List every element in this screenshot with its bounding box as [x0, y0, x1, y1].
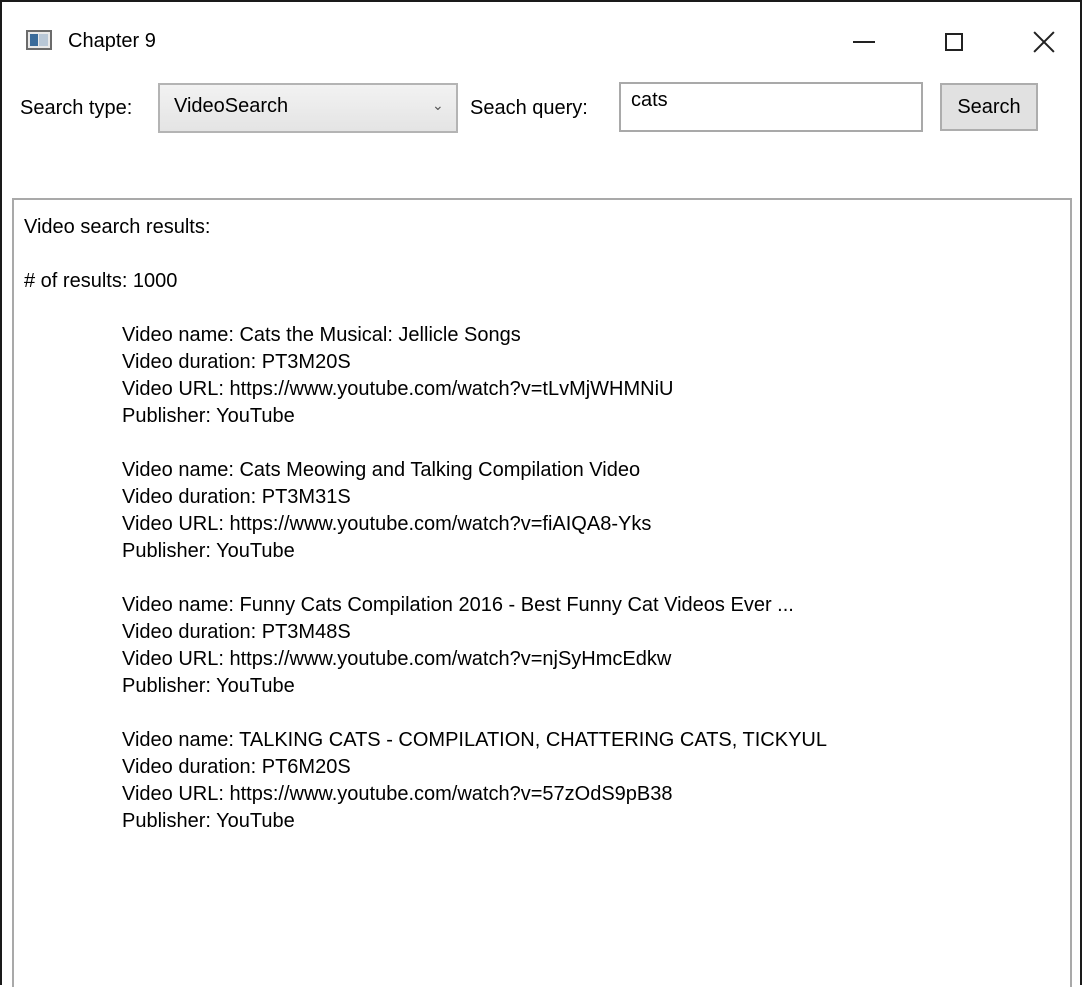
video-name: Video name: Cats the Musical: Jellicle S…: [122, 324, 521, 346]
video-duration: Video duration: PT3M48S: [122, 621, 351, 643]
video-name: Video name: Cats Meowing and Talking Com…: [122, 459, 641, 481]
search-button[interactable]: Search: [940, 83, 1038, 131]
title-bar[interactable]: Chapter 9: [2, 2, 1080, 76]
app-window: Chapter 9 Search type: VideoSearch ⌄ Sea…: [0, 0, 1082, 987]
video-duration: Video duration: PT3M20S: [122, 351, 351, 373]
video-duration: Video duration: PT6M20S: [122, 756, 351, 778]
video-name: Video name: Funny Cats Compilation 2016 …: [122, 594, 794, 616]
video-publisher: Publisher: YouTube: [122, 675, 295, 697]
window-title: Chapter 9: [68, 30, 156, 52]
results-count: # of results: 1000: [24, 270, 178, 292]
video-url: Video URL: https://www.youtube.com/watch…: [122, 783, 673, 805]
maximize-button[interactable]: [924, 20, 984, 64]
close-icon: [1033, 31, 1055, 53]
search-type-selected-value: VideoSearch: [174, 95, 289, 117]
close-button[interactable]: [1014, 20, 1074, 64]
video-publisher: Publisher: YouTube: [122, 405, 295, 427]
video-publisher: Publisher: YouTube: [122, 810, 295, 832]
chevron-down-icon: ⌄: [432, 97, 444, 113]
search-query-input[interactable]: [619, 82, 923, 132]
search-type-label: Search type:: [20, 97, 133, 119]
video-publisher: Publisher: YouTube: [122, 540, 295, 562]
minimize-icon: [853, 41, 875, 43]
minimize-button[interactable]: [834, 20, 894, 64]
results-textbox[interactable]: Video search results: # of results: 1000…: [12, 198, 1072, 987]
app-icon: [26, 30, 52, 50]
results-content: Video search results: # of results: 1000…: [24, 214, 827, 835]
video-duration: Video duration: PT3M31S: [122, 486, 351, 508]
results-header: Video search results:: [24, 216, 211, 238]
video-url: Video URL: https://www.youtube.com/watch…: [122, 513, 652, 535]
maximize-icon: [945, 33, 963, 51]
video-url: Video URL: https://www.youtube.com/watch…: [122, 648, 672, 670]
search-type-dropdown[interactable]: VideoSearch ⌄: [158, 83, 458, 133]
search-query-label: Seach query:: [470, 97, 588, 119]
video-url: Video URL: https://www.youtube.com/watch…: [122, 378, 674, 400]
video-name: Video name: TALKING CATS - COMPILATION, …: [122, 729, 827, 751]
